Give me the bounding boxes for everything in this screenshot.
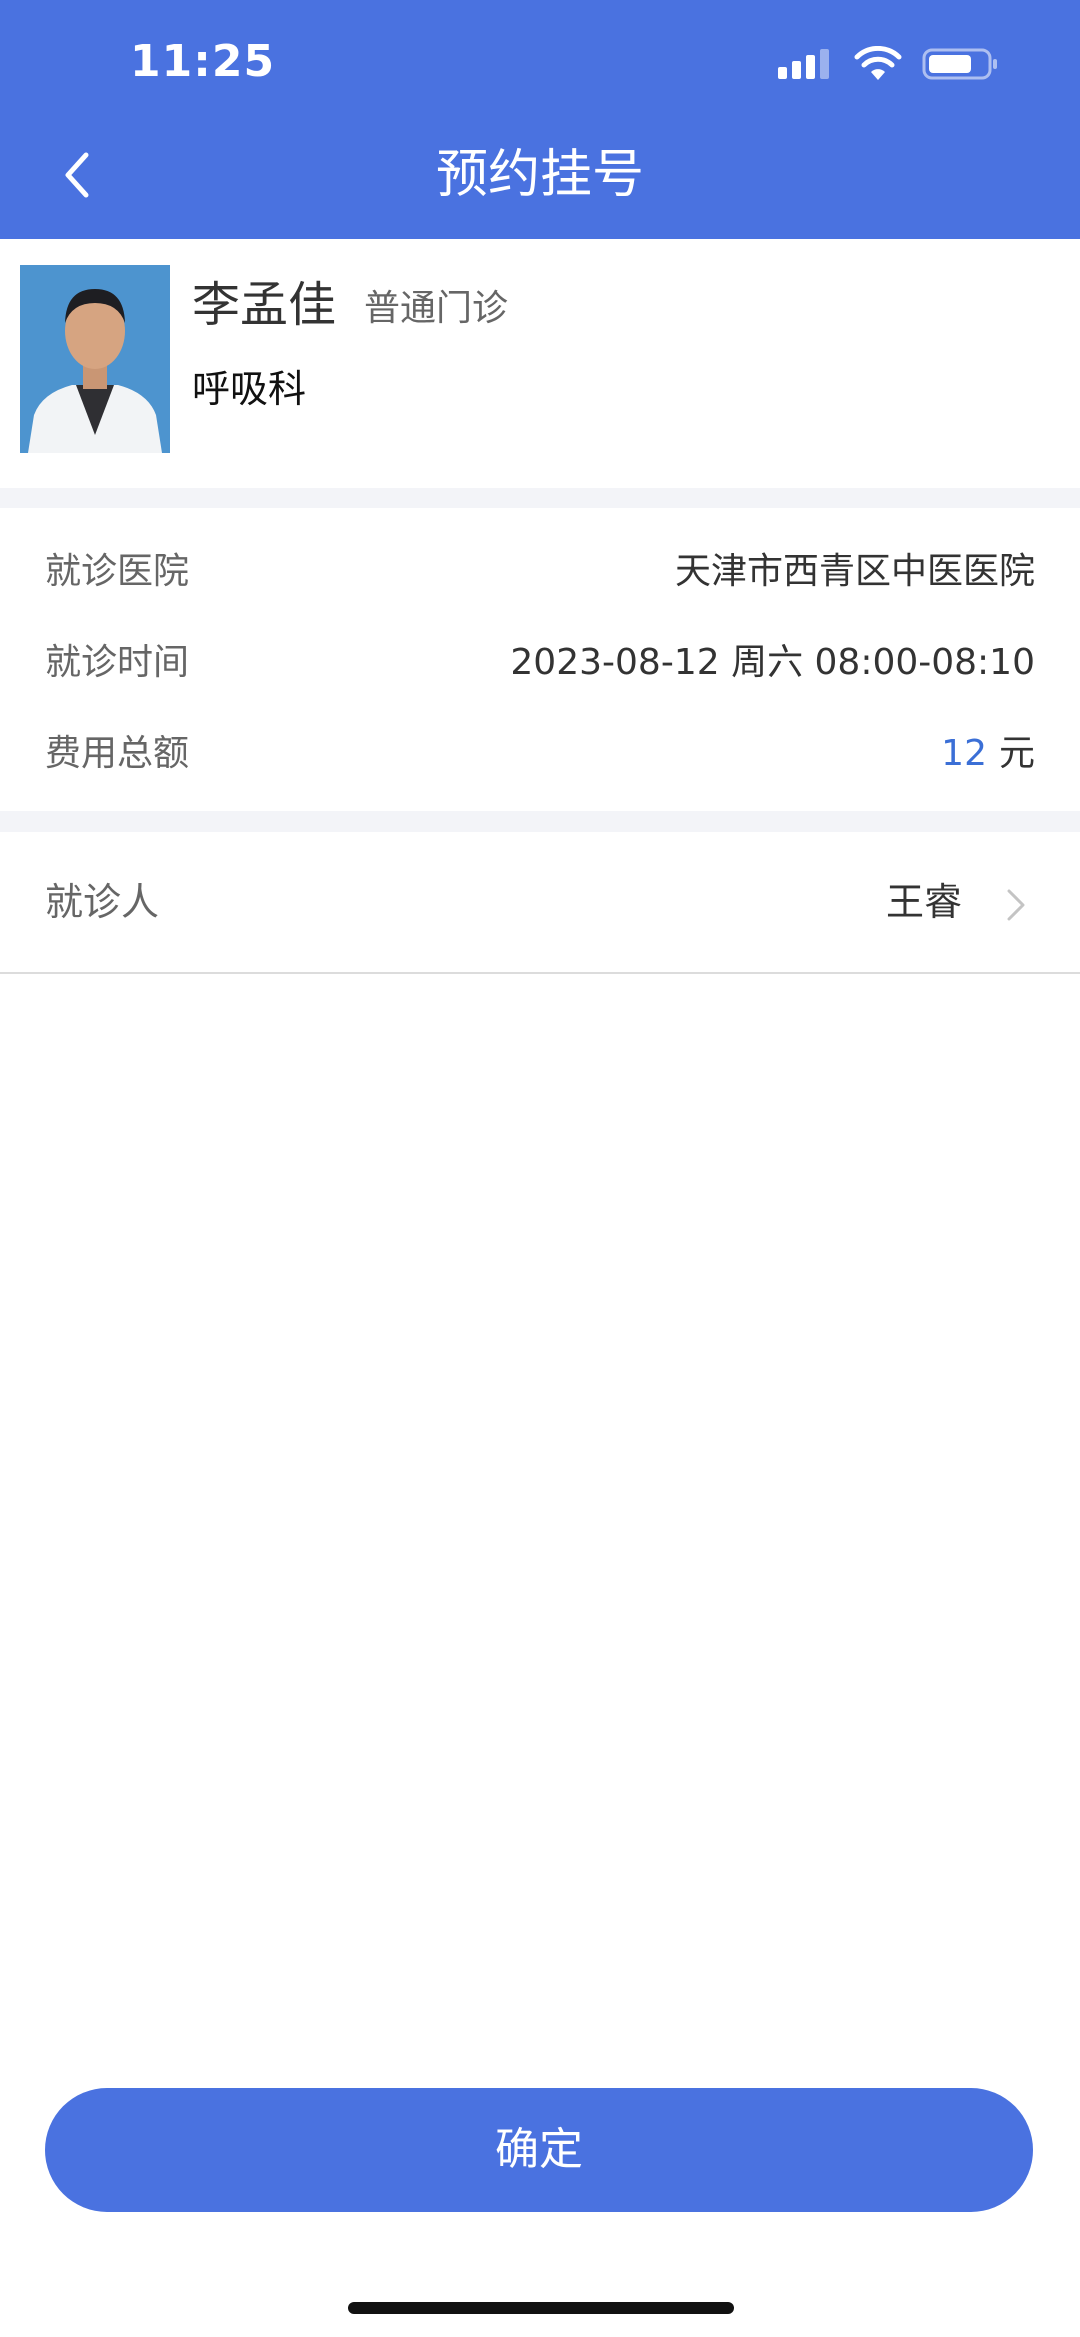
battery-icon xyxy=(922,48,997,80)
fee-row: 费用总额 12 元 xyxy=(0,719,1080,789)
time-label: 就诊时间 xyxy=(45,642,190,683)
patient-selector[interactable]: 就诊人 王睿 xyxy=(0,832,1080,974)
fee-amount: 12 xyxy=(941,733,987,774)
patient-value: 王睿 xyxy=(885,880,962,924)
patient-label: 就诊人 xyxy=(45,880,160,924)
fee-label: 费用总额 xyxy=(45,733,190,774)
home-indicator xyxy=(348,2302,734,2314)
hospital-row: 就诊医院 天津市西青区中医医院 xyxy=(0,537,1080,607)
section-divider xyxy=(0,811,1080,832)
fee-value: 12 元 xyxy=(941,731,1035,777)
hospital-label: 就诊医院 xyxy=(45,551,190,592)
app-header: 11:25 预约挂号 xyxy=(0,0,1080,239)
doctor-card: 李孟佳 普通门诊 呼吸科 xyxy=(0,239,1080,488)
page-title: 预约挂号 xyxy=(435,145,644,205)
cellular-signal-icon xyxy=(778,49,829,79)
doctor-avatar xyxy=(20,265,170,453)
wifi-icon xyxy=(854,46,902,80)
time-row: 就诊时间 2023-08-12 周六 08:00-08:10 xyxy=(0,628,1080,698)
fee-unit: 元 xyxy=(998,733,1035,774)
chevron-right-icon xyxy=(1007,889,1025,921)
clinic-type: 普通门诊 xyxy=(364,288,509,329)
doctor-name: 李孟佳 xyxy=(192,277,337,333)
hospital-value: 天津市西青区中医医院 xyxy=(674,551,1035,592)
status-icons xyxy=(776,40,1000,88)
confirm-button[interactable]: 确定 xyxy=(45,2088,1033,2212)
time-value: 2023-08-12 周六 08:00-08:10 xyxy=(510,642,1035,683)
doctor-department: 呼吸科 xyxy=(192,367,307,411)
section-divider xyxy=(0,488,1080,508)
status-time: 11:25 xyxy=(130,36,276,87)
